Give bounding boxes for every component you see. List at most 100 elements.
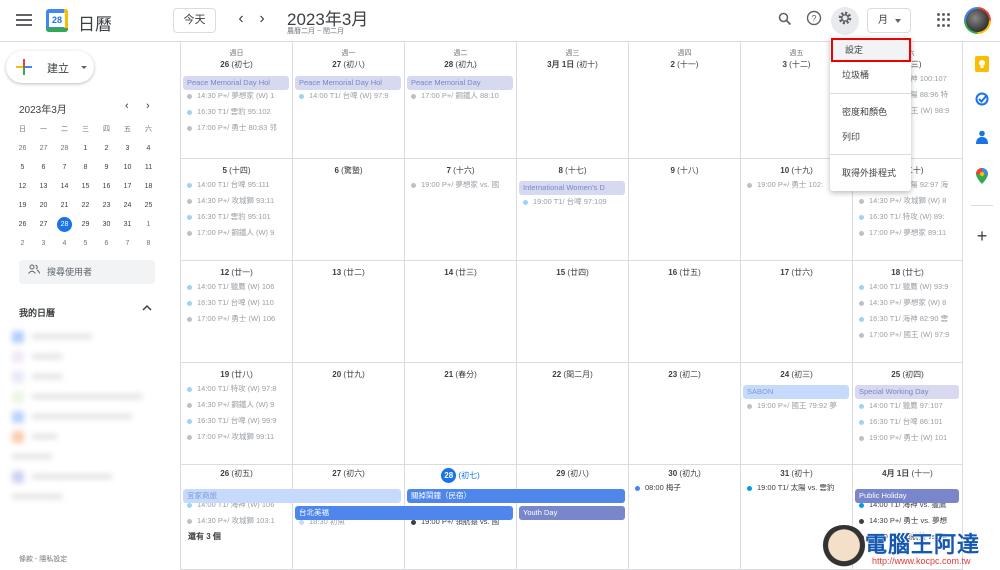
- create-button[interactable]: 建立: [6, 51, 94, 83]
- date-label[interactable]: 17: [780, 268, 789, 277]
- day-number[interactable]: 23 (初二): [629, 369, 740, 381]
- mini-day[interactable]: 28: [54, 139, 75, 158]
- all-day-event-chip[interactable]: Peace Memorial Day: [407, 76, 513, 90]
- date-label[interactable]: 10: [780, 166, 789, 175]
- event-item[interactable]: 14:00 T1/ 獵鷹 (W) 93:9: [853, 279, 962, 295]
- day-number[interactable]: 30 (初九): [629, 468, 740, 480]
- apps-grid-icon[interactable]: [937, 13, 951, 27]
- event-item[interactable]: 19:00 T1/ 太陽 vs. 雲豹: [741, 480, 852, 496]
- day-number[interactable]: 7 (十六): [405, 165, 516, 177]
- mini-day[interactable]: 17: [117, 177, 138, 196]
- mini-day[interactable]: 20: [33, 196, 54, 215]
- day-number[interactable]: 28 (初九): [405, 59, 516, 71]
- today-button[interactable]: 今天: [173, 8, 216, 33]
- help-icon[interactable]: ?: [803, 10, 825, 32]
- mini-day[interactable]: 15: [75, 177, 96, 196]
- event-item[interactable]: 17:00 P+/ 勇士 80:83 邻: [181, 120, 292, 136]
- date-label[interactable]: 28: [444, 60, 453, 69]
- mini-day[interactable]: 1: [75, 139, 96, 158]
- mini-day[interactable]: 7: [54, 158, 75, 177]
- mini-day[interactable]: 4: [138, 139, 159, 158]
- date-label[interactable]: 23: [668, 370, 677, 379]
- date-label[interactable]: 16: [668, 268, 677, 277]
- mini-day[interactable]: 30: [96, 215, 117, 234]
- day-cell[interactable]: 17 (廿六): [741, 261, 853, 363]
- day-cell[interactable]: 16 (廿五): [629, 261, 741, 363]
- mini-day[interactable]: 3: [33, 234, 54, 253]
- event-item[interactable]: 14:30 P+/ 夢想家 (W) 1: [181, 88, 292, 104]
- day-number[interactable]: 27 (初六): [293, 468, 404, 480]
- more-events-link[interactable]: 還有 3 個: [181, 529, 292, 545]
- date-label[interactable]: 12: [220, 268, 229, 277]
- prev-month-button[interactable]: ‹: [232, 10, 250, 28]
- date-label[interactable]: 14: [444, 268, 453, 277]
- event-item[interactable]: 19:00 P+/ 勇士 (W) 101: [853, 430, 962, 446]
- event-item[interactable]: 14:00 T1/ 台啤 (W) 97:9: [293, 88, 404, 104]
- date-label[interactable]: 29: [556, 469, 565, 478]
- event-item[interactable]: 14:00 T1/ 獵鷹 (W) 106: [181, 279, 292, 295]
- menu-item-addons[interactable]: 取得外掛程式: [830, 161, 911, 185]
- all-day-event-chip[interactable]: SABON: [743, 385, 849, 399]
- mini-day[interactable]: 4: [54, 234, 75, 253]
- event-item[interactable]: 14:30 P+/ 攻城獅 103:1: [181, 513, 292, 529]
- day-number[interactable]: 29 (初八): [517, 468, 628, 480]
- all-day-event-chip[interactable]: 宜家商旅: [183, 489, 401, 503]
- date-label[interactable]: 15: [556, 268, 565, 277]
- mini-day[interactable]: 27: [33, 215, 54, 234]
- mini-day[interactable]: 28: [54, 215, 75, 234]
- event-item[interactable]: 16:30 T1/ 海神 82:90 雲: [853, 311, 962, 327]
- day-number[interactable]: 25 (初四): [853, 369, 962, 381]
- event-item[interactable]: 17:00 P+/ 鋼鐵人 88:10: [405, 88, 516, 104]
- gear-icon[interactable]: [834, 10, 856, 32]
- date-label[interactable]: 27: [332, 469, 341, 478]
- day-cell[interactable]: 6 (驚蟄): [293, 159, 405, 261]
- date-label[interactable]: 13: [332, 268, 341, 277]
- date-label[interactable]: 26: [220, 60, 229, 69]
- day-number[interactable]: 13 (廿二): [293, 267, 404, 279]
- event-item[interactable]: 16:30 T1/ 台啤 (W) 110: [181, 295, 292, 311]
- day-number[interactable]: 28 (初七): [405, 468, 516, 483]
- all-day-event-chip[interactable]: 台北美福: [295, 506, 513, 520]
- day-number[interactable]: 16 (廿五): [629, 267, 740, 279]
- day-cell[interactable]: 週日 26 (初七) 14:30 P+/ 夢想家 (W) 1 16:30 T1/ 雲豹…: [181, 42, 293, 159]
- day-cell[interactable]: 14 (廿三): [405, 261, 517, 363]
- day-cell[interactable]: 12 (廿一) 14:00 T1/ 獵鷹 (W) 106 16:30 T1/ 台啤 …: [181, 261, 293, 363]
- mini-day[interactable]: 26: [12, 139, 33, 158]
- date-label[interactable]: 30: [668, 469, 677, 478]
- day-cell[interactable]: 23 (初二): [629, 363, 741, 465]
- mini-day[interactable]: 1: [138, 215, 159, 234]
- mini-day[interactable]: 10: [117, 158, 138, 177]
- all-day-event-chip[interactable]: International Women's D: [519, 181, 625, 195]
- day-cell[interactable]: 21 (春分): [405, 363, 517, 465]
- mini-day[interactable]: 29: [75, 215, 96, 234]
- day-cell[interactable]: 30 (初九) 08:00 梅子: [629, 465, 741, 570]
- day-number[interactable]: 5 (十四): [181, 165, 292, 177]
- day-number[interactable]: 9 (十八): [629, 165, 740, 177]
- day-number[interactable]: 12 (廿一): [181, 267, 292, 279]
- day-cell[interactable]: 7 (十六) 19:00 P+/ 夢想家 vs. 國: [405, 159, 517, 261]
- all-day-event-chip[interactable]: Special Working Day: [855, 385, 959, 399]
- date-label[interactable]: 18: [891, 268, 900, 277]
- next-month-button[interactable]: ›: [253, 10, 271, 28]
- mini-day[interactable]: 11: [138, 158, 159, 177]
- event-item[interactable]: 16:30 T1/ 雲豹 95:102: [181, 104, 292, 120]
- all-day-event-chip[interactable]: Public Holiday: [855, 489, 959, 503]
- add-icon[interactable]: +: [973, 227, 991, 245]
- mini-day[interactable]: 24: [117, 196, 138, 215]
- day-number[interactable]: 2 (十一): [629, 59, 740, 71]
- mini-day[interactable]: 6: [96, 234, 117, 253]
- mini-day[interactable]: 23: [96, 196, 117, 215]
- mini-day[interactable]: 22: [75, 196, 96, 215]
- mini-day[interactable]: 18: [138, 177, 159, 196]
- event-item[interactable]: 17:00 P+/ 勇士 (W) 106: [181, 311, 292, 327]
- mini-next-button[interactable]: ›: [146, 100, 150, 112]
- mini-day[interactable]: 5: [75, 234, 96, 253]
- mini-day[interactable]: 9: [96, 158, 117, 177]
- mini-day[interactable]: 13: [33, 177, 54, 196]
- day-number[interactable]: 15 (廿四): [517, 267, 628, 279]
- mini-day[interactable]: 3: [117, 139, 138, 158]
- mini-day[interactable]: 5: [12, 158, 33, 177]
- mini-day[interactable]: 21: [54, 196, 75, 215]
- event-item[interactable]: 14:30 P+/ 夢想家 (W) 8: [853, 295, 962, 311]
- day-number[interactable]: 27 (初八): [293, 59, 404, 71]
